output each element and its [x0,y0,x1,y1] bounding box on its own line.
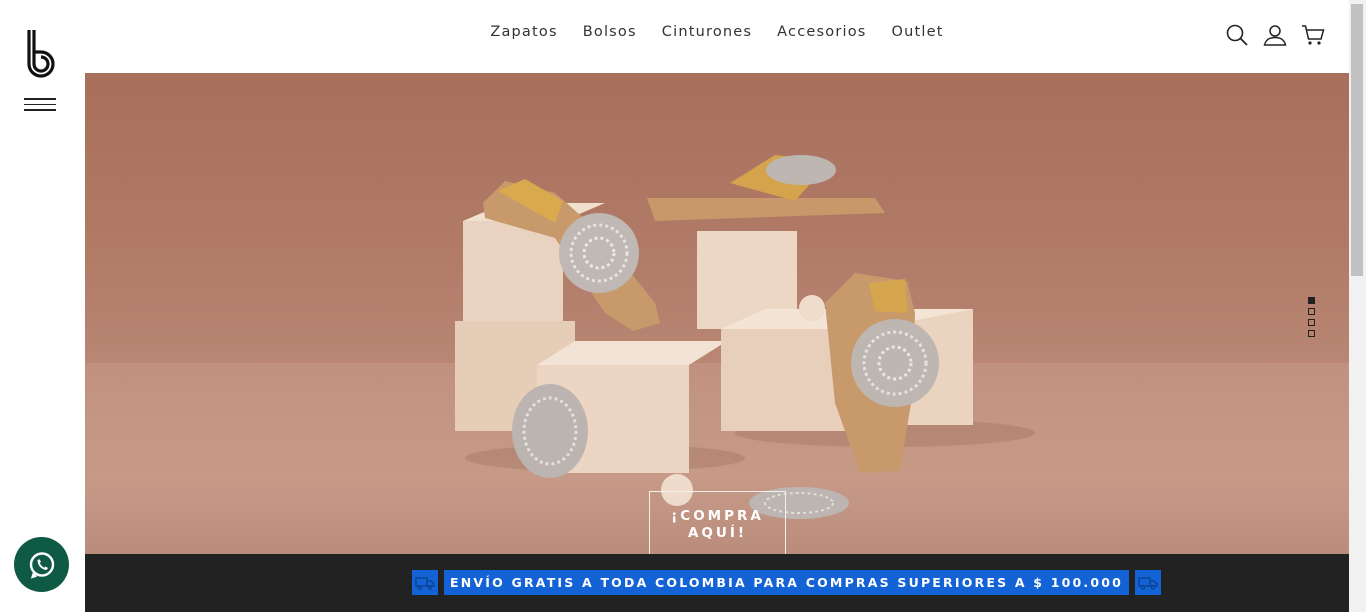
truck-icon [1135,570,1162,595]
slide-dot-3[interactable] [1308,319,1315,326]
search-icon[interactable] [1225,23,1249,47]
slide-dot-2[interactable] [1308,308,1315,315]
page-scrollbar[interactable] [1349,0,1366,612]
shipping-banner-text: ENVÍO GRATIS A TODA COLOMBIA PARA COMPRA… [444,570,1130,595]
brand-logo[interactable] [22,26,62,78]
sidebar [0,0,85,612]
nav-item-accesorios[interactable]: Accesorios [777,24,866,40]
slide-dot-1[interactable] [1308,297,1315,304]
nav-item-cinturones[interactable]: Cinturones [662,24,752,40]
nav-item-zapatos[interactable]: Zapatos [490,24,557,40]
hero-product-image [455,155,1035,519]
nav-item-bolsos[interactable]: Bolsos [583,24,637,40]
header-icons [1225,23,1325,47]
truck-icon [412,570,438,595]
header: Zapatos Bolsos Cinturones Accesorios Out… [85,0,1349,73]
main-nav: Zapatos Bolsos Cinturones Accesorios Out… [85,24,1349,40]
hero-banner[interactable]: ¡COMPRA AQUÍ! [85,73,1349,554]
cta-line-2: AQUÍ! [687,525,748,541]
whatsapp-icon [29,551,54,579]
whatsapp-button[interactable] [14,537,69,592]
shop-now-button[interactable]: ¡COMPRA AQUÍ! [649,491,786,554]
slider-pagination [1308,297,1315,341]
hamburger-menu-icon[interactable] [24,98,56,116]
user-icon[interactable] [1263,23,1287,47]
slide-dot-4[interactable] [1308,330,1315,337]
cart-icon[interactable] [1301,23,1325,47]
nav-item-outlet[interactable]: Outlet [892,24,944,40]
cta-line-1: ¡COMPRA [671,508,764,524]
scrollbar-thumb[interactable] [1351,4,1363,276]
shipping-banner: ENVÍO GRATIS A TODA COLOMBIA PARA COMPRA… [85,554,1349,612]
